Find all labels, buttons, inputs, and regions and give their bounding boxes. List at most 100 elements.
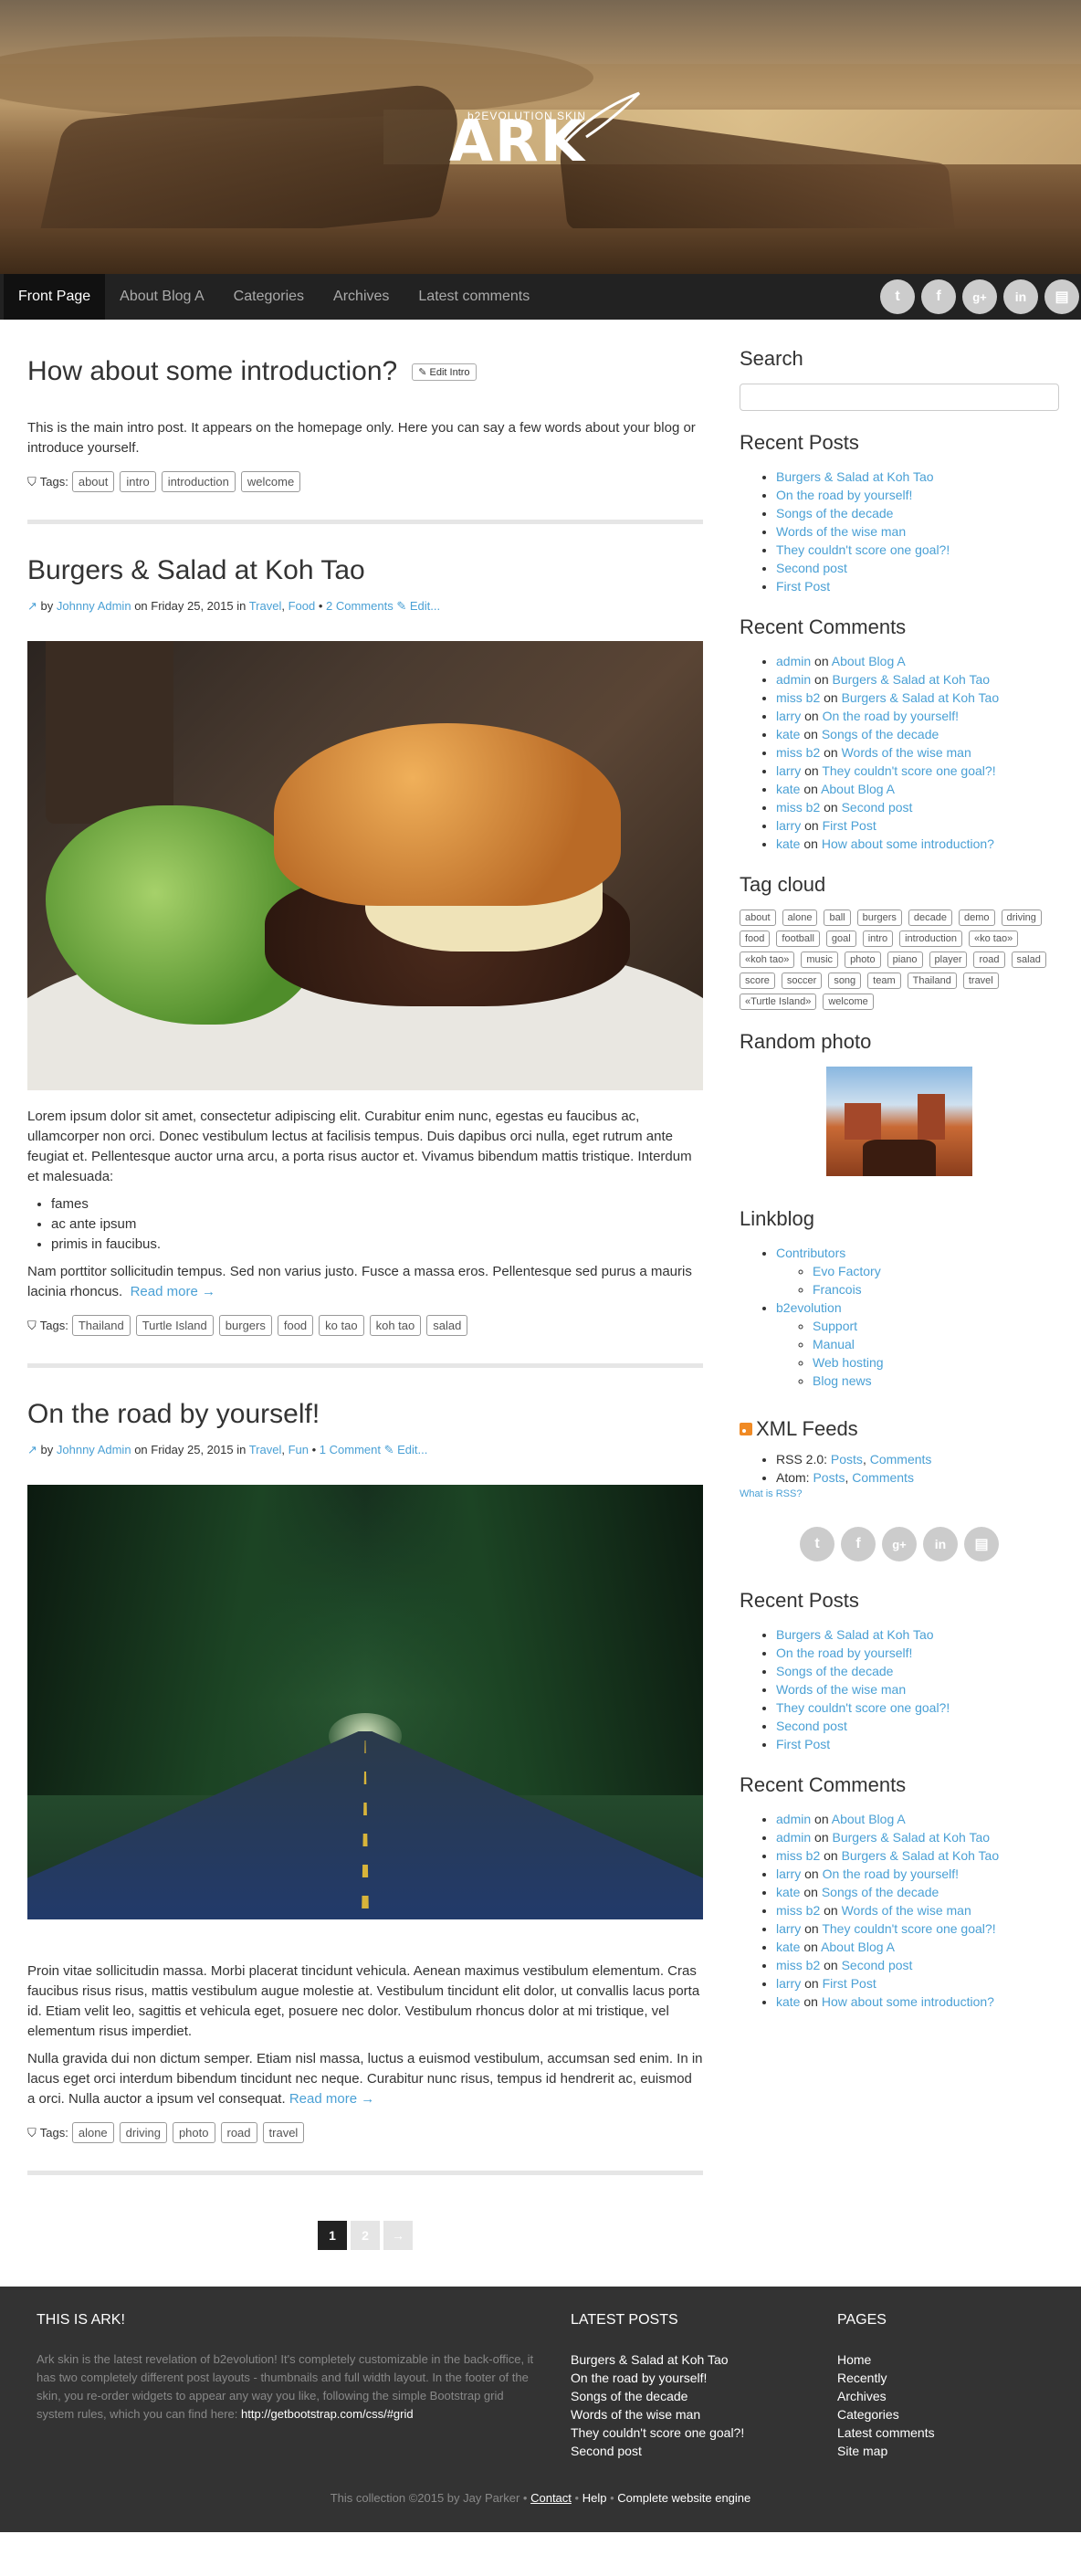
linkblog-link[interactable]: Manual [813, 1337, 855, 1351]
edit-intro-button[interactable]: ✎ Edit Intro [412, 363, 477, 381]
tag-cloud-link[interactable]: goal [825, 931, 856, 947]
tag-link[interactable]: intro [120, 471, 156, 492]
comment-author[interactable]: larry [776, 1976, 801, 1991]
recent-post-link[interactable]: Songs of the decade [776, 1664, 893, 1678]
facebook-icon[interactable]: f [841, 1527, 876, 1561]
comment-author[interactable]: kate [776, 1885, 800, 1899]
recent-post-link[interactable]: First Post [776, 1737, 830, 1751]
recent-post-link[interactable]: They couldn't score one goal?! [776, 1700, 950, 1715]
tag-cloud-link[interactable]: «koh tao» [740, 952, 795, 968]
comment-post-link[interactable]: Burgers & Salad at Koh Tao [833, 672, 991, 687]
atom-posts-link[interactable]: Posts [813, 1470, 845, 1485]
linkblog-link[interactable]: Blog news [813, 1373, 872, 1388]
footer-post-link[interactable]: On the road by yourself! [571, 2369, 837, 2387]
recent-post-link[interactable]: They couldn't score one goal?! [776, 542, 950, 557]
tag-cloud-link[interactable]: introduction [899, 931, 962, 947]
edit-link[interactable]: ✎ Edit... [396, 599, 440, 613]
comment-author[interactable]: larry [776, 1921, 801, 1936]
comment-author[interactable]: kate [776, 727, 800, 741]
recent-post-link[interactable]: Songs of the decade [776, 506, 893, 520]
nav-archives[interactable]: Archives [319, 274, 404, 320]
linkblog-link[interactable]: Francois [813, 1282, 862, 1297]
footer-page-link[interactable]: Home [837, 2350, 1020, 2369]
read-more-link[interactable]: Read more → [289, 2091, 374, 2107]
read-more-link[interactable]: Read more → [131, 1284, 215, 1299]
footer-page-link[interactable]: Latest comments [837, 2424, 1020, 2442]
tag-cloud-link[interactable]: driving [1001, 909, 1042, 926]
post-title[interactable]: Burgers & Salad at Koh Tao [27, 555, 703, 586]
category-link[interactable]: Food [289, 599, 316, 613]
tag-link[interactable]: Thailand [71, 1315, 131, 1336]
recent-post-link[interactable]: Burgers & Salad at Koh Tao [776, 469, 934, 484]
comment-post-link[interactable]: First Post [823, 1976, 876, 1991]
nav-latest-comments[interactable]: Latest comments [404, 274, 544, 320]
recent-post-link[interactable]: Burgers & Salad at Koh Tao [776, 1627, 934, 1642]
rss-comments-link[interactable]: Comments [870, 1452, 932, 1467]
recent-post-link[interactable]: Words of the wise man [776, 524, 906, 539]
tag-cloud-link[interactable]: ball [824, 909, 851, 926]
comment-author[interactable]: miss b2 [776, 800, 820, 815]
comment-post-link[interactable]: About Blog A [821, 782, 895, 796]
comment-post-link[interactable]: Burgers & Salad at Koh Tao [842, 690, 1000, 705]
tag-link[interactable]: koh tao [369, 1315, 422, 1336]
recent-post-link[interactable]: Words of the wise man [776, 1682, 906, 1697]
nav-categories[interactable]: Categories [219, 274, 319, 320]
comment-author[interactable]: kate [776, 782, 800, 796]
engine-link[interactable]: Complete website engine [617, 2491, 750, 2505]
comment-post-link[interactable]: Second post [842, 800, 913, 815]
comment-author[interactable]: admin [776, 672, 811, 687]
linkedin-icon[interactable]: in [1003, 279, 1038, 314]
comment-author[interactable]: kate [776, 836, 800, 851]
footer-page-link[interactable]: Site map [837, 2442, 1020, 2460]
comment-author[interactable]: admin [776, 654, 811, 668]
comment-post-link[interactable]: How about some introduction? [822, 1994, 994, 2009]
recent-post-link[interactable]: Second post [776, 561, 847, 575]
tag-cloud-link[interactable]: player [929, 952, 968, 968]
nav-front-page[interactable]: Front Page [4, 274, 106, 320]
tag-link[interactable]: Turtle Island [135, 1315, 214, 1336]
tag-cloud-link[interactable]: soccer [781, 973, 823, 989]
category-link[interactable]: Fun [289, 1443, 309, 1456]
tag-link[interactable]: burgers [218, 1315, 272, 1336]
tag-cloud-link[interactable]: intro [862, 931, 894, 947]
post-title[interactable]: On the road by yourself! [27, 1399, 703, 1430]
author-link[interactable]: Johnny Admin [57, 1443, 131, 1456]
comment-author[interactable]: larry [776, 1866, 801, 1881]
tag-cloud-link[interactable]: music [801, 952, 839, 968]
recent-post-link[interactable]: On the road by yourself! [776, 488, 912, 502]
linkblog-link[interactable]: Web hosting [813, 1355, 884, 1370]
comment-post-link[interactable]: How about some introduction? [822, 836, 994, 851]
comment-author[interactable]: miss b2 [776, 1903, 820, 1918]
footer-post-link[interactable]: Second post [571, 2442, 837, 2460]
recent-post-link[interactable]: On the road by yourself! [776, 1645, 912, 1660]
tag-cloud-link[interactable]: «Turtle Island» [740, 994, 817, 1010]
comment-post-link[interactable]: About Blog A [821, 1940, 895, 1954]
tag-cloud-link[interactable]: Thailand [907, 973, 957, 989]
comment-author[interactable]: kate [776, 1940, 800, 1954]
tag-link[interactable]: photo [172, 2122, 215, 2143]
footer-post-link[interactable]: Burgers & Salad at Koh Tao [571, 2350, 837, 2369]
author-link[interactable]: Johnny Admin [57, 599, 131, 613]
comments-link[interactable]: 2 Comments [326, 599, 394, 613]
linkedin-icon[interactable]: in [923, 1527, 958, 1561]
footer-page-link[interactable]: Archives [837, 2387, 1020, 2405]
tag-cloud-link[interactable]: travel [962, 973, 999, 989]
tag-cloud-link[interactable]: «ko tao» [968, 931, 1019, 947]
comment-author[interactable]: miss b2 [776, 745, 820, 760]
next-page-button[interactable]: → [383, 2221, 413, 2250]
comment-author[interactable]: admin [776, 1830, 811, 1845]
comment-author[interactable]: larry [776, 763, 801, 778]
twitter-icon[interactable]: t [800, 1527, 834, 1561]
tag-cloud-link[interactable]: decade [908, 909, 952, 926]
linkblog-category[interactable]: b2evolution [776, 1300, 842, 1315]
tag-link[interactable]: travel [262, 2122, 305, 2143]
linkblog-category[interactable]: Contributors [776, 1246, 845, 1260]
comment-post-link[interactable]: Songs of the decade [822, 727, 939, 741]
comment-author[interactable]: larry [776, 709, 801, 723]
comment-post-link[interactable]: Songs of the decade [822, 1885, 939, 1899]
contact-link[interactable]: Contact [530, 2491, 572, 2505]
tag-cloud-link[interactable]: road [973, 952, 1005, 968]
tag-cloud-link[interactable]: welcome [823, 994, 874, 1010]
tag-link[interactable]: about [71, 471, 115, 492]
random-photo[interactable] [826, 1067, 972, 1176]
